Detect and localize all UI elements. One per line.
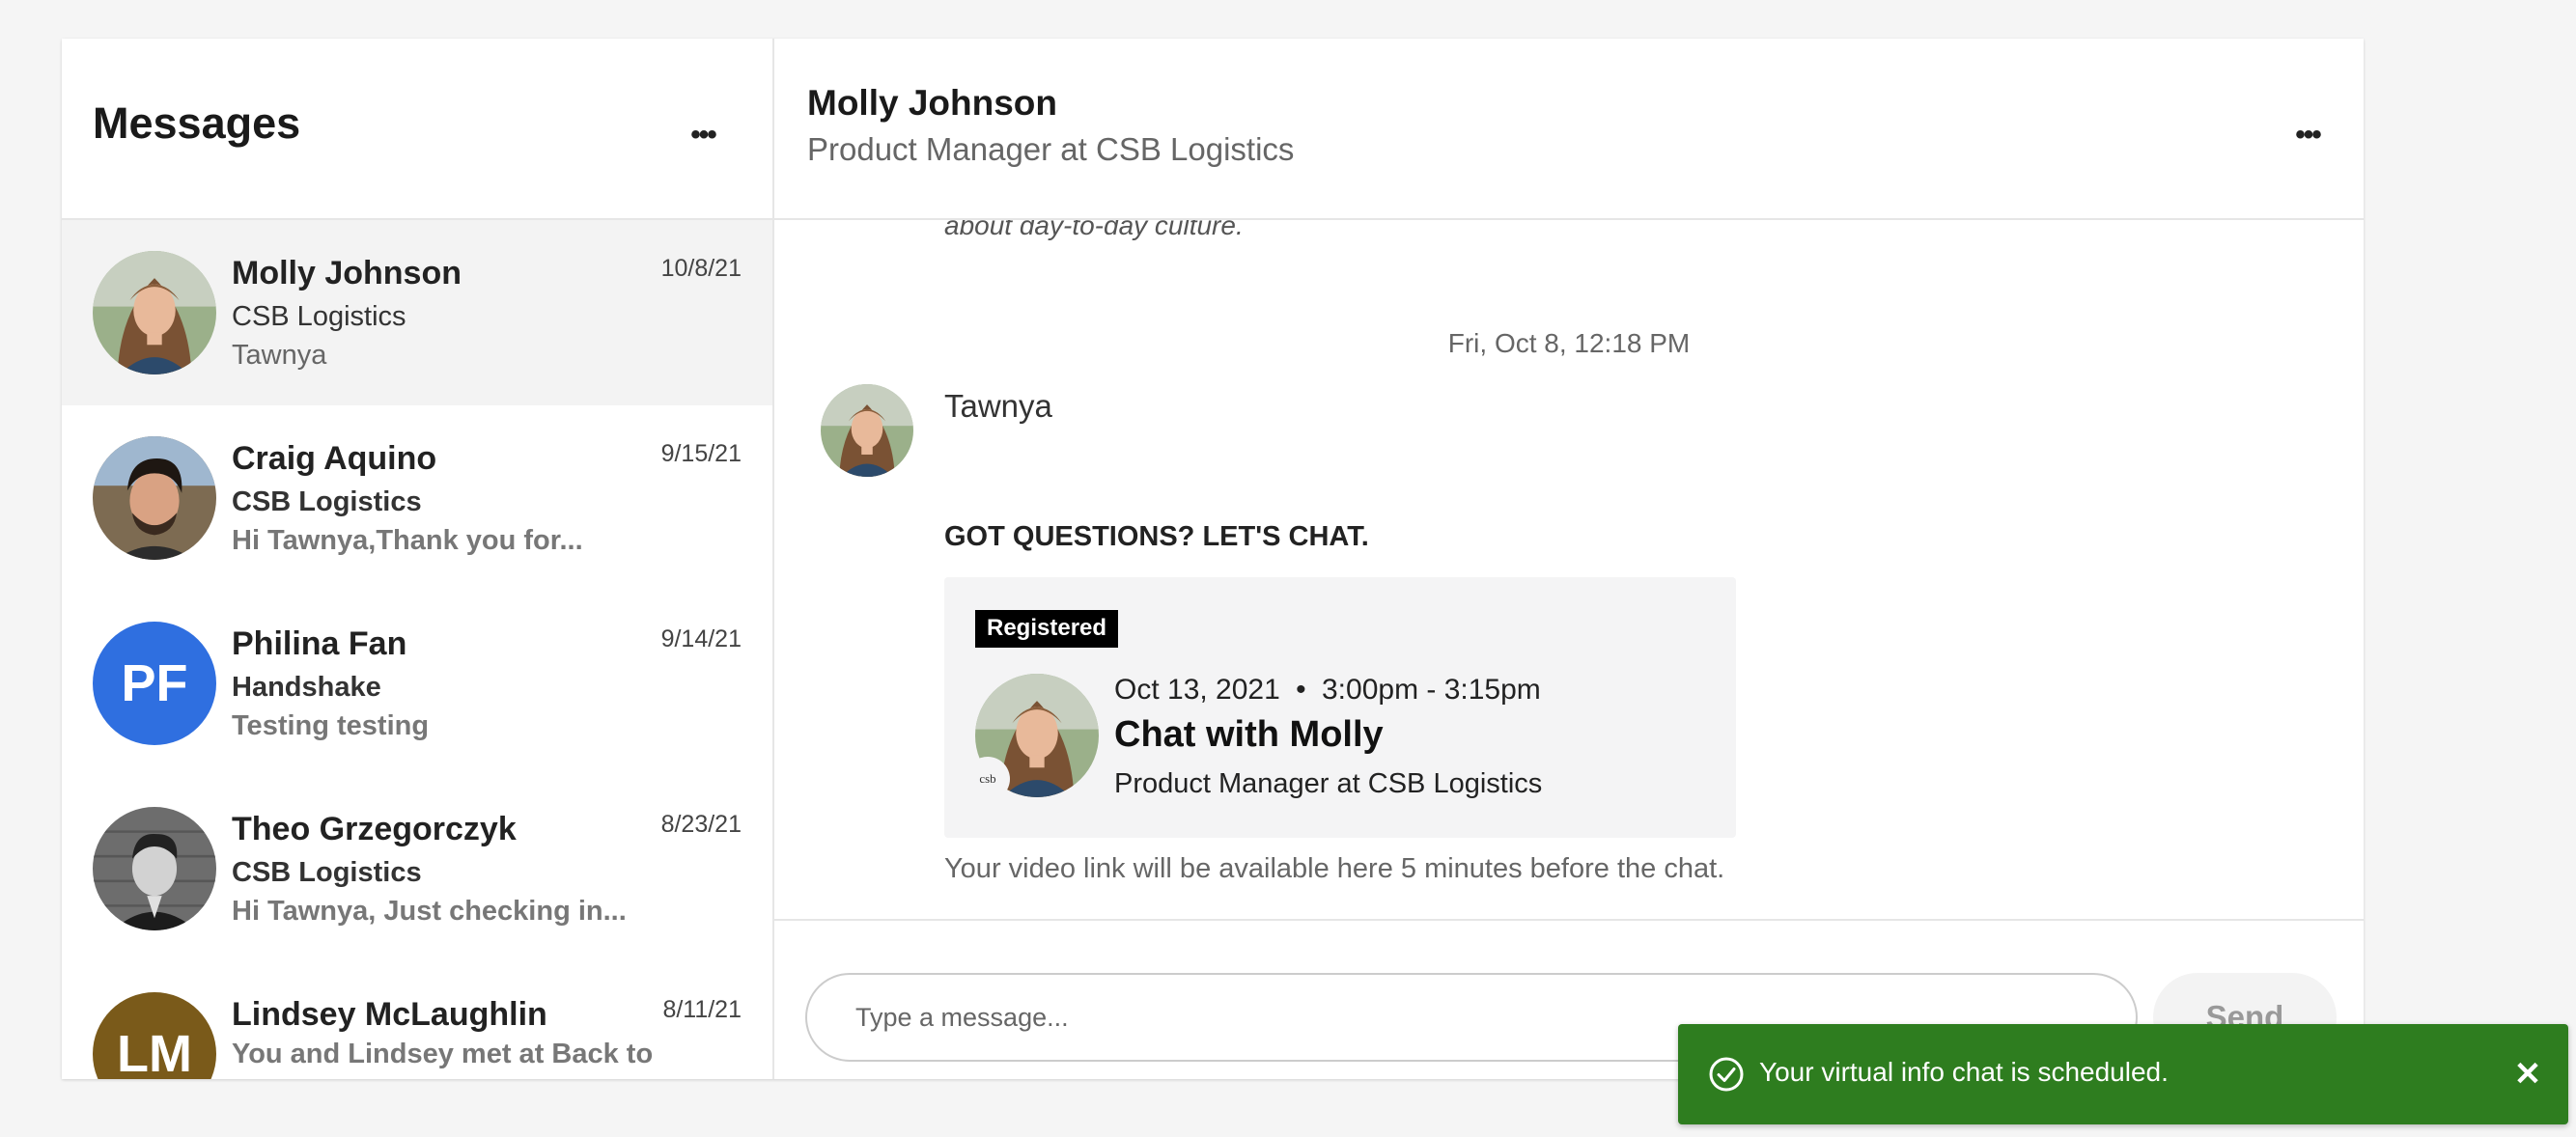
- conversation-preview: You and Lindsey met at Back to School Ne…: [232, 1039, 654, 1079]
- conversation-list[interactable]: Molly Johnson CSB Logistics Tawnya 10/8/…: [62, 220, 772, 1079]
- sender-avatar: [821, 384, 913, 477]
- previous-message-text: about day-to-day culture.: [944, 220, 1244, 240]
- conversation-date: 10/8/21: [660, 255, 742, 282]
- avatar: [93, 251, 216, 374]
- event-datetime: Oct 13, 2021 • 3:00pm - 3:15pm: [1114, 674, 1541, 707]
- conversation-company: CSB Logistics: [232, 857, 422, 888]
- chat-contact-role: Product Manager at CSB Logistics: [807, 131, 1295, 167]
- chat-contact-name: Molly Johnson: [807, 83, 1057, 123]
- avatar: [93, 436, 216, 560]
- messages-options-ellipsis-icon[interactable]: •••: [674, 106, 732, 164]
- conversation-name: Theo Grzegorczyk: [232, 811, 517, 847]
- event-date: Oct 13, 2021: [1114, 674, 1280, 706]
- conversation-date: 9/14/21: [660, 625, 742, 652]
- conversation-item-philina-fan[interactable]: PF Philina Fan Handshake Testing testing…: [62, 591, 772, 776]
- avatar: LM: [93, 992, 216, 1079]
- conversation-preview: Tawnya: [232, 340, 327, 371]
- conversation-sidebar: Messages ••• Molly Johnson CSB Logistics…: [62, 39, 774, 1079]
- chat-options-ellipsis-icon[interactable]: •••: [2279, 106, 2337, 164]
- avatar-photo: [821, 384, 913, 477]
- conversation-item-molly-johnson[interactable]: Molly Johnson CSB Logistics Tawnya 10/8/…: [62, 220, 772, 405]
- toast-message: Your virtual info chat is scheduled.: [1759, 1057, 2169, 1087]
- sidebar-header: Messages •••: [62, 39, 772, 220]
- message-sender-name: Tawnya: [944, 388, 1052, 424]
- close-icon[interactable]: ✕: [2505, 1049, 2551, 1099]
- event-title: Chat with Molly: [1114, 714, 1384, 755]
- conversation-name: Craig Aquino: [232, 440, 437, 477]
- conversation-name: Molly Johnson: [232, 255, 462, 291]
- success-toast: Your virtual info chat is scheduled. ✕: [1678, 1024, 2568, 1124]
- avatar: PF: [93, 622, 216, 745]
- event-card[interactable]: Registered csb Oct 13, 2021 • 3:00pm - 3…: [944, 577, 1736, 838]
- avatar-photo: [93, 251, 216, 374]
- conversation-preview: Testing testing: [232, 710, 430, 741]
- conversation-item-craig-aquino[interactable]: Craig Aquino CSB Logistics Hi Tawnya,Tha…: [62, 405, 772, 591]
- conversation-preview: Hi Tawnya,Thank you for...: [232, 525, 583, 556]
- chat-pane: Molly Johnson Product Manager at CSB Log…: [774, 39, 2364, 1079]
- conversation-name: Lindsey McLaughlin: [232, 996, 547, 1033]
- conversation-name: Philina Fan: [232, 625, 407, 662]
- conversation-item-theo-grzegorczyk[interactable]: Theo Grzegorczyk CSB Logistics Hi Tawnya…: [62, 776, 772, 961]
- conversation-date: 9/15/21: [660, 440, 742, 467]
- conversation-preview: Hi Tawnya, Just checking in...: [232, 896, 627, 927]
- check-circle-icon: [1709, 1057, 1744, 1092]
- conversation-item-lindsey-mclaughlin[interactable]: LM Lindsey McLaughlin You and Lindsey me…: [62, 961, 772, 1079]
- avatar-photo: [93, 807, 216, 930]
- conversation-date: 8/23/21: [660, 811, 742, 838]
- registered-badge: Registered: [975, 610, 1119, 648]
- event-heading: GOT QUESTIONS? LET'S CHAT.: [944, 521, 1369, 552]
- avatar: [93, 807, 216, 930]
- avatar-photo: [93, 436, 216, 560]
- messages-title: Messages: [93, 98, 301, 148]
- company-logo: csb: [966, 757, 1010, 801]
- event-time: 3:00pm - 3:15pm: [1322, 674, 1541, 706]
- message-thread[interactable]: about day-to-day culture. Fri, Oct 8, 12…: [774, 220, 2364, 919]
- conversation-date: 8/11/21: [662, 996, 742, 1023]
- chat-header: Molly Johnson Product Manager at CSB Log…: [774, 39, 2364, 220]
- conversation-company: CSB Logistics: [232, 301, 406, 332]
- messaging-panel: Messages ••• Molly Johnson CSB Logistics…: [62, 39, 2364, 1079]
- conversation-company: CSB Logistics: [232, 486, 422, 517]
- video-link-note: Your video link will be available here 5…: [944, 853, 1725, 884]
- event-date-separator: •: [1296, 674, 1306, 706]
- conversation-company: Handshake: [232, 672, 381, 703]
- event-subtitle: Product Manager at CSB Logistics: [1114, 768, 1543, 799]
- message-timestamp: Fri, Oct 8, 12:18 PM: [1447, 328, 1691, 358]
